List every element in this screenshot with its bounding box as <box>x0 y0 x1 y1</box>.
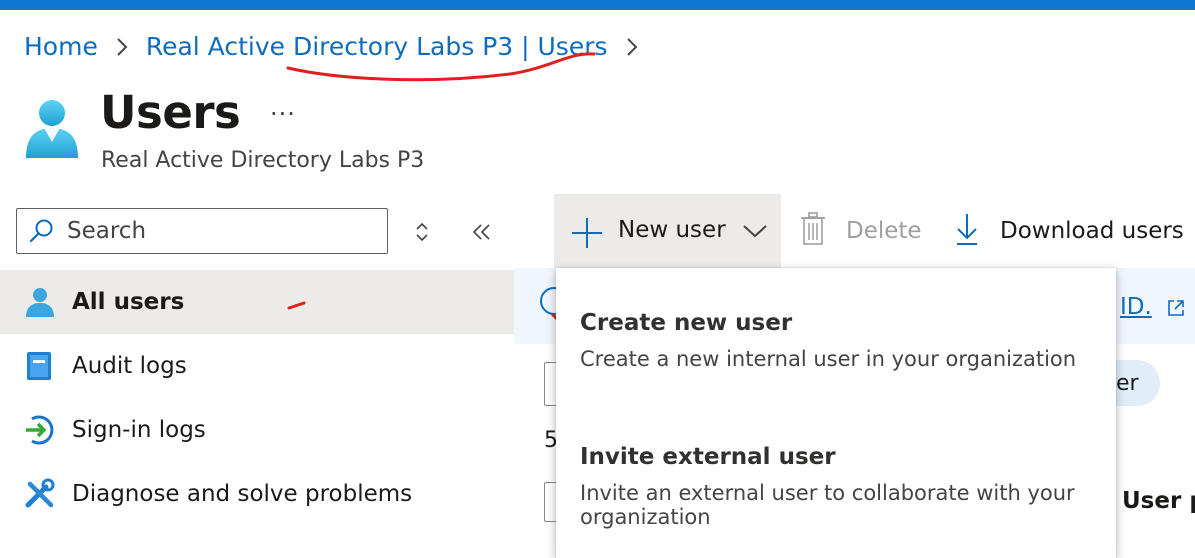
info-banner-link[interactable]: ID. <box>1120 294 1152 320</box>
breadcrumb-home-link[interactable]: Home <box>24 32 98 61</box>
chevron-right-icon <box>117 37 128 56</box>
sidebar-item-label: All users <box>72 289 185 315</box>
external-link-icon <box>1168 300 1184 316</box>
chevron-right-icon <box>626 37 637 56</box>
menu-item-invite-external-user[interactable]: Invite external user Invite an external … <box>556 408 1116 558</box>
sort-updown-icon[interactable] <box>410 220 434 244</box>
delete-label: Delete <box>846 218 922 244</box>
column-header[interactable]: User p <box>1122 488 1195 514</box>
sidebar-search[interactable] <box>16 208 388 254</box>
sidebar-item-audit-logs[interactable]: Audit logs <box>0 334 514 398</box>
page-title: Users <box>100 86 241 139</box>
delete-button[interactable]: Delete <box>800 212 922 250</box>
search-icon <box>29 219 53 243</box>
menu-item-title: Create new user <box>580 310 793 336</box>
more-options-button[interactable]: ··· <box>270 100 296 128</box>
download-users-button[interactable]: Download users <box>954 212 1184 250</box>
user-icon <box>26 288 54 317</box>
new-user-dropdown: Create new user Create a new internal us… <box>556 268 1116 558</box>
book-icon <box>27 352 51 380</box>
users-hero-icon <box>26 100 78 158</box>
download-label: Download users <box>1000 218 1184 244</box>
breadcrumb: Home Real Active Directory Labs P3 | Use… <box>24 32 656 61</box>
top-accent-bar <box>0 0 1195 10</box>
sidebar-item-label: Diagnose and solve problems <box>72 481 413 507</box>
menu-item-description: Invite an external user to collaborate w… <box>580 481 1075 529</box>
sidebar-item-label: Sign-in logs <box>72 417 206 443</box>
trash-icon <box>801 212 825 245</box>
collapse-sidebar-icon[interactable] <box>470 220 494 244</box>
plus-icon <box>572 218 602 248</box>
new-user-button[interactable]: New user <box>554 194 781 268</box>
sidebar-item-label: Audit logs <box>72 353 187 379</box>
sidebar-search-input[interactable] <box>65 217 369 245</box>
chevron-down-icon <box>743 225 767 238</box>
sidebar-item-all-users[interactable]: All users <box>0 270 514 334</box>
new-user-label: New user <box>618 217 726 243</box>
wrench-icon <box>25 478 55 508</box>
filter-pill-label: er <box>1116 371 1139 396</box>
sidebar-item-diagnose[interactable]: Diagnose and solve problems <box>0 462 514 526</box>
menu-item-description: Create a new internal user in your organ… <box>580 347 1077 371</box>
sign-in-icon <box>26 415 54 445</box>
download-icon <box>957 214 977 245</box>
menu-item-create-new-user[interactable]: Create new user Create a new internal us… <box>556 268 1116 398</box>
breadcrumb-users-link[interactable]: Real Active Directory Labs P3 | Users <box>146 32 608 61</box>
sidebar-item-sign-in-logs[interactable]: Sign-in logs <box>0 398 514 462</box>
menu-item-title: Invite external user <box>580 444 836 470</box>
page-subtitle: Real Active Directory Labs P3 <box>101 148 425 173</box>
